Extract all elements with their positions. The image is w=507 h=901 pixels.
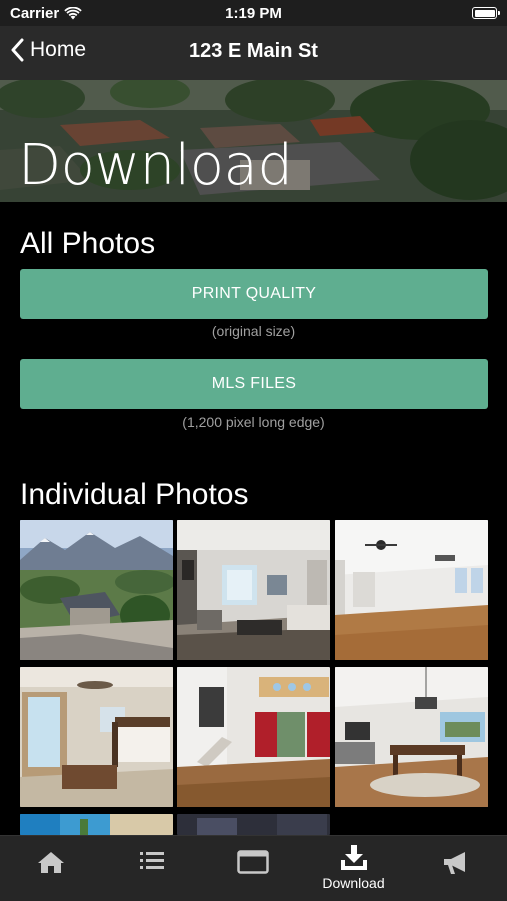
photo-thumbnail-aerial-exterior[interactable] xyxy=(20,520,173,660)
tab-promote[interactable] xyxy=(404,836,505,901)
tab-list[interactable] xyxy=(101,836,202,901)
tab-download[interactable]: Download xyxy=(303,836,404,901)
megaphone-icon xyxy=(443,852,465,874)
chevron-left-icon xyxy=(11,38,24,62)
photo-thumbnail-foyer-staircase[interactable] xyxy=(177,667,330,807)
mls-files-button[interactable]: MLS FILES xyxy=(20,359,488,409)
battery-icon xyxy=(472,7,500,19)
status-time: 1:19 PM xyxy=(225,5,282,22)
tab-bar: Download xyxy=(0,835,507,901)
mls-files-caption: (1,200 pixel long edge) xyxy=(182,414,325,430)
list-icon xyxy=(139,852,164,869)
photo-thumbnail-partial-pool[interactable] xyxy=(20,814,173,835)
photo-thumbnail-dining-room[interactable] xyxy=(335,667,488,807)
tab-browser[interactable] xyxy=(202,836,303,901)
individual-photos-heading: Individual Photos xyxy=(20,478,249,511)
back-label: Home xyxy=(30,38,87,61)
photo-thumbnail-living-room[interactable] xyxy=(177,520,330,660)
home-icon xyxy=(37,852,64,873)
browser-window-icon xyxy=(236,850,269,874)
hero-title: Download xyxy=(18,133,293,198)
tab-home[interactable] xyxy=(0,836,101,901)
tab-download-label: Download xyxy=(322,875,385,891)
photo-thumbnail-partial-room[interactable] xyxy=(177,814,330,835)
photo-thumbnail-bedroom[interactable] xyxy=(20,667,173,807)
navigation-bar: Home 123 E Main St xyxy=(0,26,507,81)
print-quality-caption: (original size) xyxy=(211,323,296,339)
all-photos-heading: All Photos xyxy=(20,227,156,260)
print-quality-button[interactable]: PRINT QUALITY xyxy=(20,269,488,319)
hero-banner: Download xyxy=(0,80,507,202)
back-button[interactable]: Home xyxy=(10,38,86,62)
status-bar: Carrier 1:19 PM xyxy=(0,0,507,26)
download-icon xyxy=(340,845,367,870)
photo-thumbnail-open-great-room[interactable] xyxy=(335,520,488,660)
